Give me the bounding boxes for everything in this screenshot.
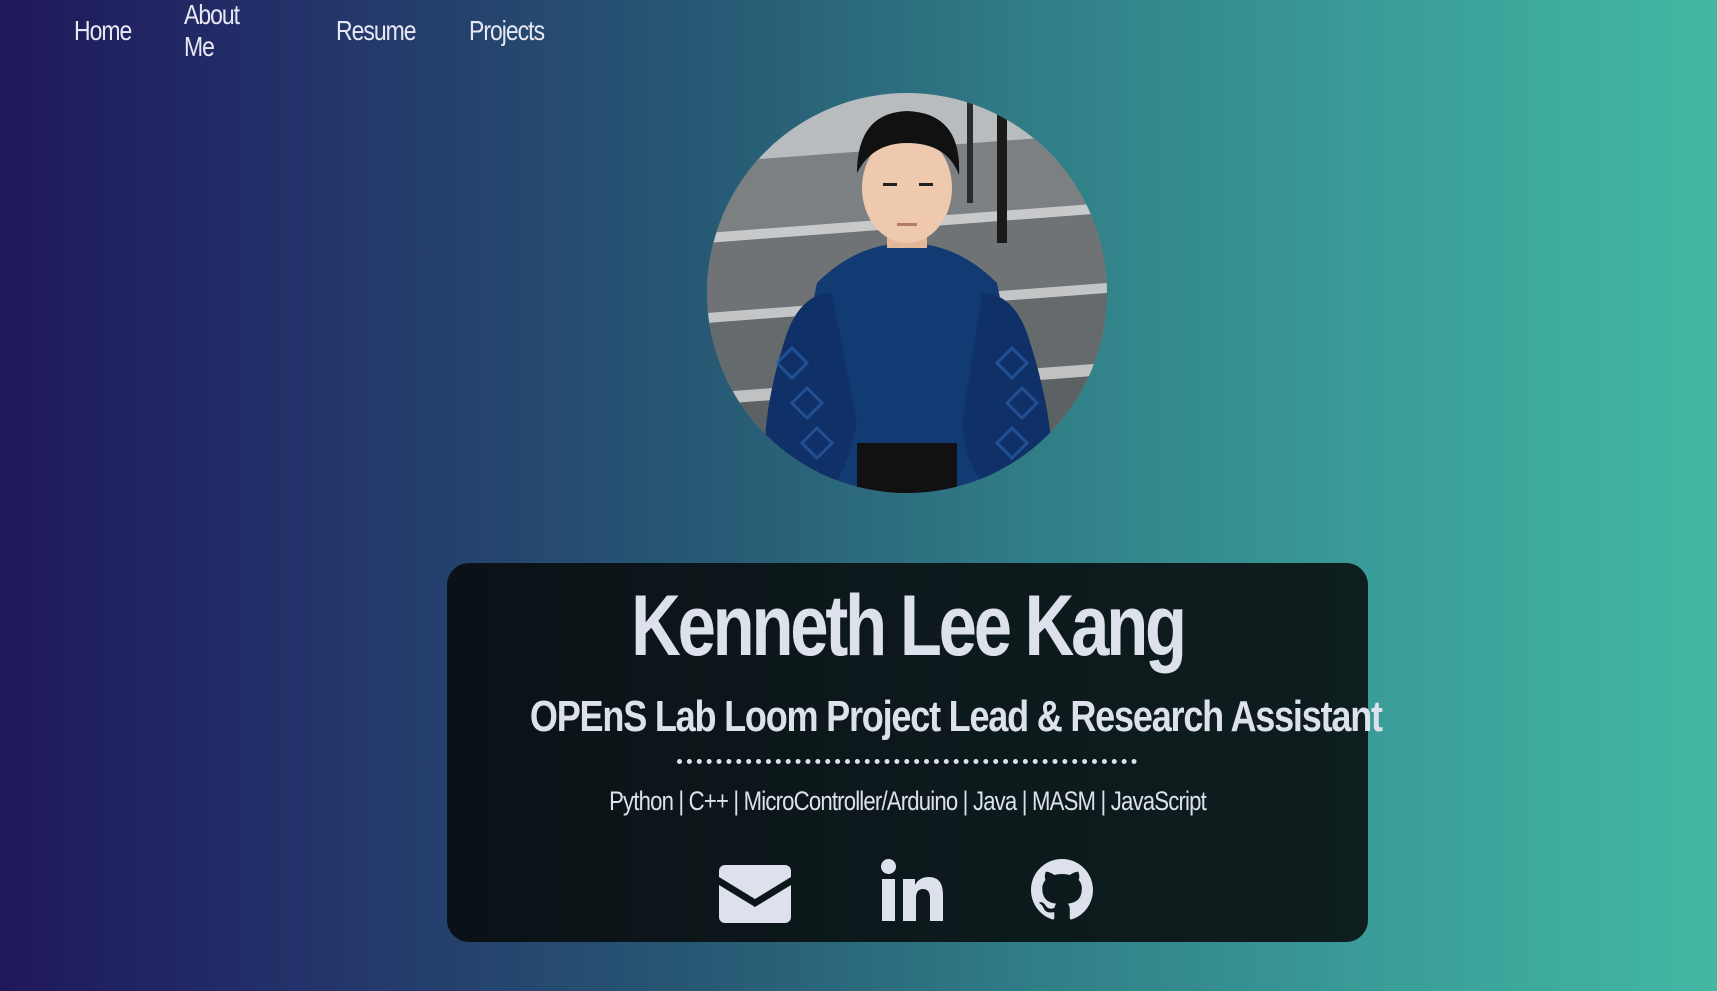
nav-home-link[interactable]: Home (74, 15, 132, 47)
nav-resume-link[interactable]: Resume (336, 15, 417, 47)
linkedin-link[interactable] (881, 859, 943, 921)
nav-projects-link[interactable]: Projects (469, 15, 545, 47)
profile-card: Kenneth Lee Kang OPEnS Lab Loom Project … (447, 563, 1383, 942)
nav-about-me-link[interactable]: About Me (184, 0, 240, 63)
profile-name: Kenneth Lee Kang (631, 578, 1187, 674)
social-links (447, 859, 1368, 933)
profile-photo (707, 93, 1107, 493)
linkedin-icon (881, 859, 943, 921)
email-link[interactable] (719, 865, 791, 923)
envelope-icon (719, 865, 791, 923)
skills-list: Python | C++ | MicroController/Arduino |… (609, 786, 1207, 816)
profile-title: OPEnS Lab Loom Project Lead & Research A… (529, 692, 1383, 741)
github-link[interactable] (1031, 859, 1093, 921)
github-icon (1031, 859, 1093, 921)
dotted-divider (677, 759, 1137, 764)
